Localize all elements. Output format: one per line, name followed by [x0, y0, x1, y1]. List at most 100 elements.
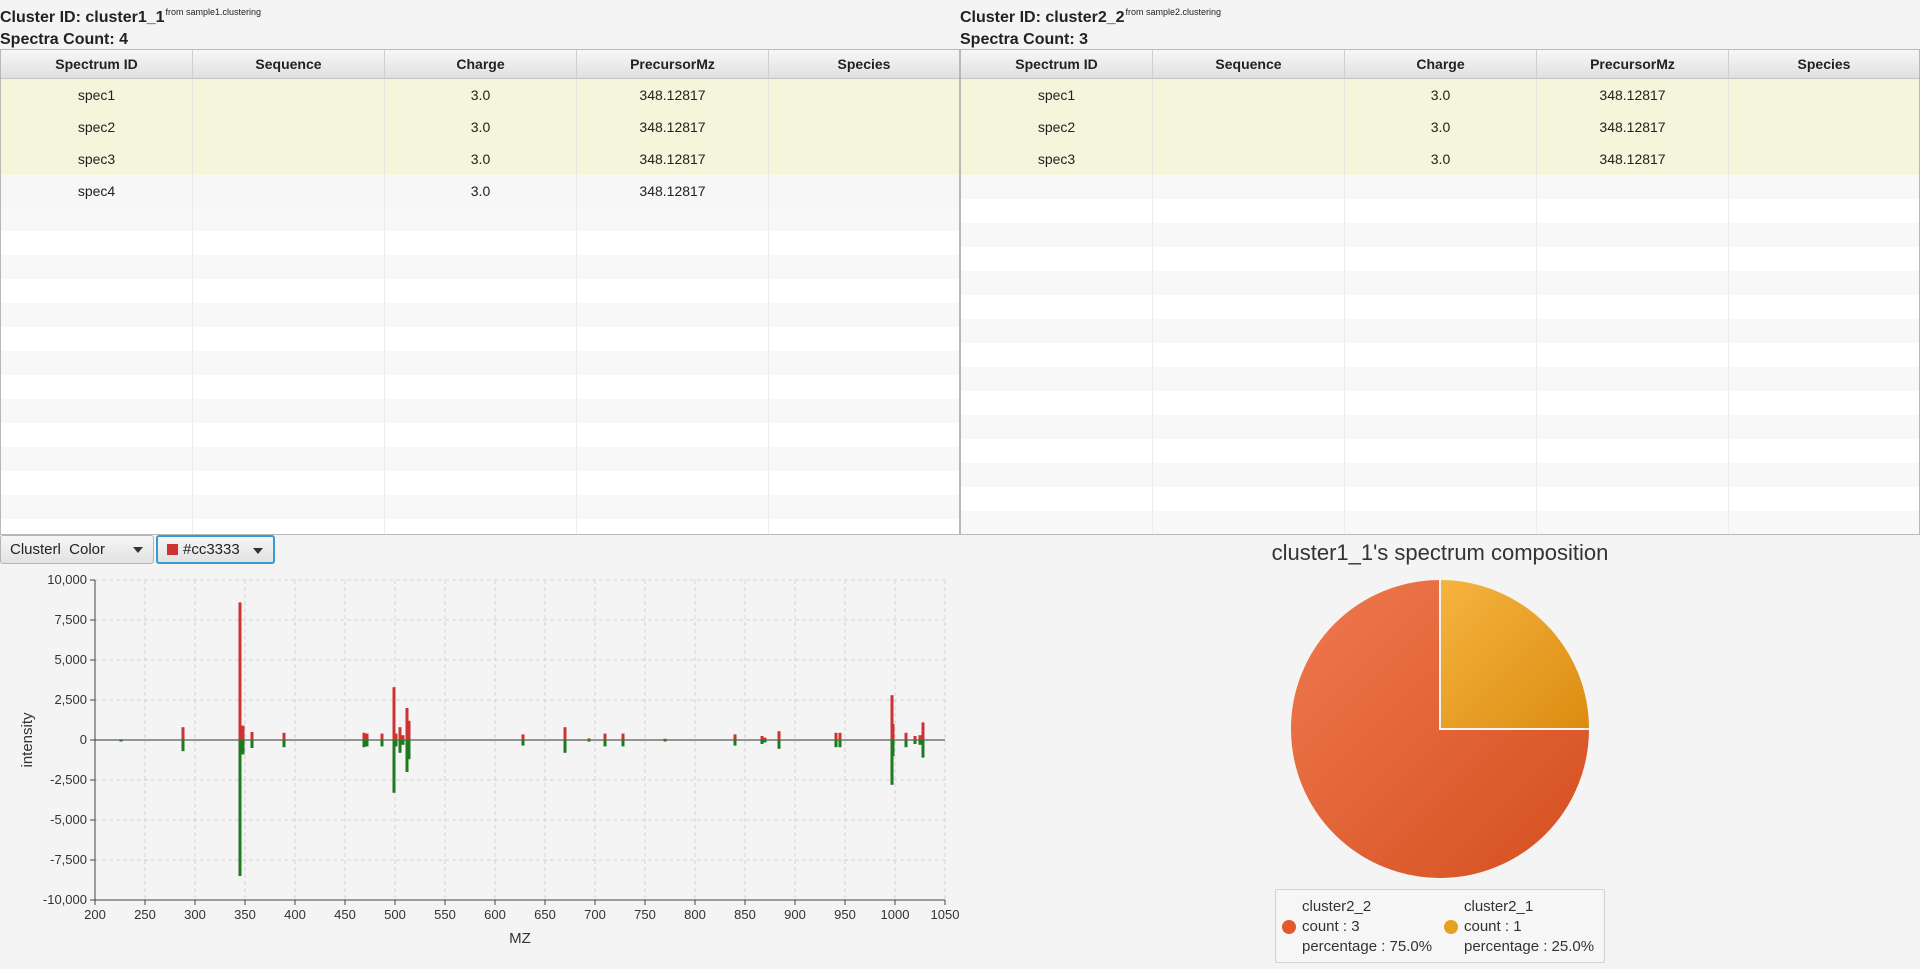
empty-cell	[1729, 511, 1919, 534]
column-header-spectrum-id[interactable]: Spectrum ID	[961, 50, 1153, 78]
color-picker-value: #cc3333	[183, 541, 240, 558]
column-header-precursor-mz[interactable]: PrecursorMz	[577, 50, 769, 78]
empty-table-row	[961, 199, 1919, 223]
peak-bar-negative	[621, 740, 625, 747]
peak-bar-positive	[401, 735, 405, 740]
column-header-species[interactable]: Species	[1729, 50, 1919, 78]
peak-bar-negative	[521, 740, 525, 746]
peak-bar-positive	[392, 687, 396, 740]
peak-bar-negative	[380, 740, 384, 747]
empty-cell	[769, 255, 959, 279]
empty-cell	[1729, 271, 1919, 295]
empty-cell	[1537, 319, 1729, 343]
empty-cell	[577, 207, 769, 231]
empty-table-row	[1, 255, 959, 279]
pie-slice-cluster2_1[interactable]	[1439, 577, 1592, 730]
x-tick-label: 650	[534, 907, 556, 922]
peak-bar-positive	[603, 733, 607, 740]
empty-table-row	[961, 511, 1919, 534]
empty-cell	[1345, 319, 1537, 343]
table-row[interactable]: spec1 3.0 348.12817	[1, 79, 959, 111]
column-header-charge[interactable]: Charge	[1345, 50, 1537, 78]
empty-cell	[769, 375, 959, 399]
empty-cell	[1153, 271, 1345, 295]
x-tick-label: 250	[134, 907, 156, 922]
empty-cell	[1153, 415, 1345, 439]
peak-bar-negative	[921, 740, 925, 758]
empty-cell	[1153, 511, 1345, 534]
empty-cell	[1537, 223, 1729, 247]
empty-cell	[961, 391, 1153, 415]
empty-cell	[1, 351, 193, 375]
empty-cell	[193, 231, 385, 255]
table-row[interactable]: spec2 3.0 348.12817	[1, 111, 959, 143]
empty-cell	[577, 519, 769, 534]
empty-cell	[769, 471, 959, 495]
cell-precursor-mz: 348.12817	[577, 175, 769, 207]
table-row[interactable]: spec1 3.0 348.12817	[961, 79, 1919, 111]
column-header-precursor-mz[interactable]: PrecursorMz	[1537, 50, 1729, 78]
peak-bar-negative	[587, 740, 591, 742]
x-tick-label: 350	[234, 907, 256, 922]
cell-precursor-mz: 348.12817	[577, 111, 769, 143]
y-tick-label: 2,500	[54, 692, 87, 707]
table-row[interactable]: spec2 3.0 348.12817	[961, 111, 1919, 143]
spectrum-table[interactable]: Spectrum ID Sequence Charge PrecursorMz …	[0, 49, 960, 535]
empty-cell	[1537, 487, 1729, 511]
cell-charge: 3.0	[385, 175, 577, 207]
peak-bar-positive	[621, 733, 625, 740]
empty-cell	[1345, 391, 1537, 415]
cell-charge: 3.0	[385, 111, 577, 143]
empty-cell	[1345, 367, 1537, 391]
column-header-spectrum-id[interactable]: Spectrum ID	[1, 50, 193, 78]
column-header-sequence[interactable]: Sequence	[1153, 50, 1345, 78]
empty-cell	[1, 207, 193, 231]
x-tick-label: 1000	[881, 907, 910, 922]
empty-table-row	[1, 375, 959, 399]
empty-cell	[577, 447, 769, 471]
cell-species	[769, 143, 959, 175]
peak-bar-positive	[394, 733, 398, 740]
peak-bar-negative	[181, 740, 185, 752]
chevron-down-icon	[253, 548, 263, 554]
cell-precursor-mz: 348.12817	[577, 143, 769, 175]
empty-cell	[1537, 511, 1729, 534]
empty-cell	[961, 463, 1153, 487]
table-row[interactable]: spec4 3.0 348.12817	[1, 175, 959, 207]
empty-cell	[193, 471, 385, 495]
column-header-charge[interactable]: Charge	[385, 50, 577, 78]
empty-cell	[1537, 367, 1729, 391]
empty-cell	[1153, 439, 1345, 463]
table-row[interactable]: spec3 3.0 348.12817	[961, 143, 1919, 175]
y-axis-label: intensity	[19, 712, 36, 768]
empty-cell	[1345, 271, 1537, 295]
color-picker-combo[interactable]: #cc3333	[156, 535, 275, 564]
empty-cell	[193, 423, 385, 447]
empty-cell	[1153, 175, 1345, 199]
empty-cell	[961, 271, 1153, 295]
cluster-header: Cluster ID: cluster1_1from sample1.clust…	[0, 7, 261, 27]
cluster-header: Cluster ID: cluster2_2from sample2.clust…	[960, 7, 1221, 27]
empty-cell	[1153, 391, 1345, 415]
cluster-color-combo[interactable]: Clusterl Color	[0, 535, 154, 564]
peak-bar-positive	[913, 736, 917, 740]
legend-count: count : 1	[1464, 918, 1522, 935]
empty-cell	[1729, 199, 1919, 223]
legend-marker	[1282, 920, 1296, 934]
empty-table-row	[1, 399, 959, 423]
chevron-down-icon	[133, 547, 143, 553]
x-axis-label: MZ	[509, 930, 531, 947]
table-row[interactable]: spec3 3.0 348.12817	[1, 143, 959, 175]
column-header-sequence[interactable]: Sequence	[193, 50, 385, 78]
column-header-species[interactable]: Species	[769, 50, 959, 78]
empty-cell	[1729, 247, 1919, 271]
empty-cell	[1, 279, 193, 303]
peak-bar-negative	[241, 740, 245, 755]
x-tick-label: 800	[684, 907, 706, 922]
spectrum-composition-pie-chart	[1289, 577, 1592, 880]
cell-sequence	[193, 143, 385, 175]
cell-sequence	[193, 111, 385, 143]
empty-cell	[1537, 343, 1729, 367]
spectrum-table[interactable]: Spectrum ID Sequence Charge PrecursorMz …	[960, 49, 1920, 535]
y-tick-label: 7,500	[54, 612, 87, 627]
